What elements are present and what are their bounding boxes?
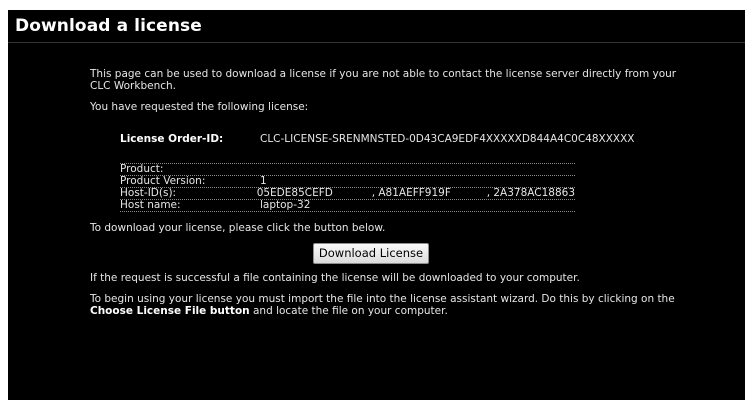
page-header: Download a license bbox=[8, 10, 745, 43]
page-title: Download a license bbox=[15, 16, 202, 36]
host-ids-value: 05EDE85CEFD , A81AEFF919F , 2A378AC18863 bbox=[257, 188, 575, 199]
page-content: This page can be used to download a lice… bbox=[90, 68, 690, 326]
host-ids-row: Host-ID(s): 05EDE85CEFD , A81AEFF919F , … bbox=[120, 188, 575, 200]
download-license-button[interactable]: Download License bbox=[312, 243, 430, 264]
product-version-label: Product Version: bbox=[120, 175, 206, 187]
host-id: 05EDE85CEFD bbox=[256, 187, 333, 199]
import-instructions-end: and locate the file on your computer. bbox=[249, 305, 448, 317]
product-label: Product: bbox=[120, 163, 164, 175]
host-id: , 2A378AC18863 bbox=[486, 187, 575, 199]
host-id: , A81AEFF919F bbox=[371, 187, 451, 199]
license-order-id: CLC-LICENSE-SRENMNSTED-0D43CA9EDF4XXXXXD… bbox=[260, 133, 635, 145]
license-order-row: License Order-ID: CLC-LICENSE-SRENMNSTED… bbox=[120, 133, 690, 147]
choose-license-file-reference: Choose License File button bbox=[90, 305, 250, 317]
product-version-value: 1 bbox=[260, 175, 267, 187]
success-text: If the request is successful a file cont… bbox=[90, 272, 580, 284]
import-instructions-start: To begin using your license you must imp… bbox=[90, 293, 675, 305]
license-order-label: License Order-ID: bbox=[120, 133, 224, 145]
host-name-label: Host name: bbox=[120, 199, 181, 211]
intro-text: This page can be used to download a lice… bbox=[90, 68, 677, 92]
host-name-row: Host name: laptop-32 bbox=[120, 200, 575, 212]
host-name-value: laptop-32 bbox=[260, 199, 311, 211]
license-details-table: Product: Product Version: 1 Host-ID(s): … bbox=[120, 163, 575, 212]
download-button-container: Download License bbox=[90, 243, 690, 264]
host-ids-label: Host-ID(s): bbox=[120, 187, 177, 199]
requested-text: You have requested the following license… bbox=[90, 101, 309, 113]
import-instructions: To begin using your license you must imp… bbox=[90, 293, 690, 317]
download-prompt: To download your license, please click t… bbox=[90, 222, 386, 234]
license-page-panel: Download a license This page can be used… bbox=[8, 10, 745, 400]
